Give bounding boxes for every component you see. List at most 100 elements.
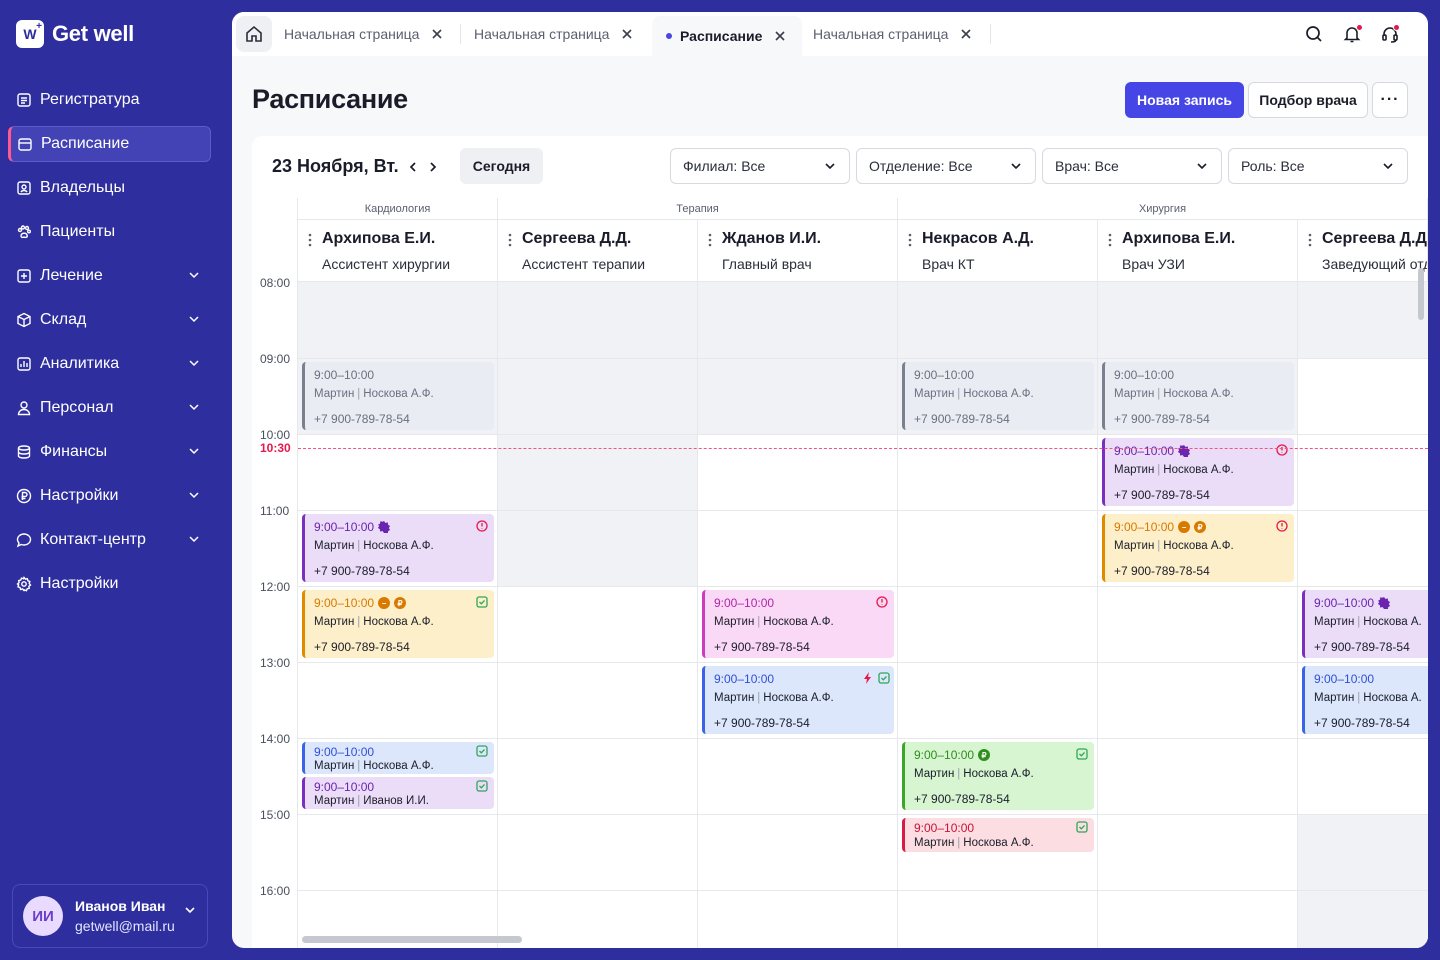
home-button[interactable] — [236, 16, 272, 52]
appointment-card[interactable]: 9:00–10:00 Мартин | Носкова А. +7 900-789-… — [1302, 590, 1428, 658]
vertical-scrollbar[interactable] — [1418, 268, 1424, 320]
doctor-role: Врач УЗИ — [1122, 256, 1185, 272]
appointment-patient: Мартин | Носкова А.Ф. — [914, 837, 1034, 849]
appointment-card[interactable]: 9:00–10:00 Мартин | Носкова А.Ф. +7 900-78… — [702, 590, 894, 658]
sidebar-item-staff[interactable]: Персонал — [8, 390, 211, 426]
doctor-header[interactable]: Некрасов А.Д. Врач КТ — [898, 220, 1098, 282]
coins-icon — [16, 444, 32, 460]
sidebar-item-analytics[interactable]: Аналитика — [8, 346, 211, 382]
kebab-icon[interactable] — [708, 233, 712, 247]
sidebar-item-owners[interactable]: Владельцы — [8, 170, 211, 206]
doctor-header[interactable]: Архипова Е.И. Врач УЗИ — [1098, 220, 1298, 282]
tab-label: Начальная страница — [813, 26, 949, 42]
sidebar-item-schedule[interactable]: Расписание — [8, 126, 211, 162]
appointment-card[interactable]: 9:00–10:00 Мартин | Носкова А.Ф. — [302, 742, 494, 774]
close-icon[interactable] — [621, 28, 633, 40]
appointment-time: 9:00–10:00 — [1314, 596, 1391, 610]
appointment-time: 9:00–10:00 — [314, 368, 375, 382]
chat-icon — [16, 532, 32, 548]
more-button[interactable]: ··· — [1372, 82, 1408, 118]
search-icon[interactable] — [1304, 24, 1324, 44]
appointment-time: 9:00–10:00– ₽ — [1114, 520, 1207, 534]
alert-icon — [476, 520, 488, 532]
paw-icon — [16, 224, 32, 240]
chevron-down-icon — [189, 360, 199, 367]
appointment-card[interactable]: 9:00–10:00 Мартин | Носкова А.Ф. +7 900-78… — [902, 362, 1094, 430]
sidebar-item-treatment[interactable]: Лечение — [8, 258, 211, 294]
tab-schedule[interactable]: Расписание — [652, 16, 802, 56]
select-value: Роль: Все — [1241, 158, 1305, 174]
close-icon[interactable] — [960, 28, 972, 40]
appointment-card[interactable]: 9:00–10:00 Мартин | Носкова А.Ф. +7 900-78… — [302, 362, 494, 430]
branch-filter[interactable]: Филиал: Все — [670, 148, 850, 184]
appointment-card[interactable]: 9:00–10:00 Мартин | Носкова А. +7 900-789-… — [1302, 666, 1428, 734]
sidebar-item-warehouse[interactable]: Склад — [8, 302, 211, 338]
ruble-icon: ₽ — [394, 597, 407, 609]
kebab-icon[interactable] — [1108, 233, 1112, 247]
schedule-column[interactable] — [498, 282, 698, 948]
role-filter[interactable]: Роль: Все — [1228, 148, 1408, 184]
new-appointment-button[interactable]: Новая запись — [1125, 82, 1244, 118]
doctor-header[interactable]: Сергеева Д.Д. Заведующий отделением — [1298, 220, 1428, 282]
check-icon — [1076, 748, 1088, 760]
sidebar-item-registry[interactable]: Регистратура — [8, 82, 211, 118]
appointment-time: 9:00–10:00 — [314, 520, 391, 534]
time-label: 15:00 — [260, 808, 291, 822]
kebab-icon[interactable] — [308, 233, 312, 247]
close-icon[interactable] — [431, 28, 443, 40]
lightning-icon — [864, 672, 871, 684]
doctor-filter[interactable]: Врач: Все — [1042, 148, 1222, 184]
current-time-label: 10:30 — [260, 441, 291, 455]
chevron-down-icon — [1197, 163, 1207, 170]
sidebar-item-finance[interactable]: Финансы — [8, 434, 211, 470]
badge-icon — [378, 521, 391, 533]
user-menu[interactable]: ИИ Иванов Иван getwell@mail.ru — [12, 884, 208, 948]
sidebar-item-settings[interactable]: Настройки — [8, 566, 211, 602]
appointment-card[interactable]: 9:00–10:00 Мартин | Носкова А.Ф. +7 900-78… — [302, 514, 494, 582]
sidebar-item-patients[interactable]: Пациенты — [8, 214, 211, 250]
sidebar-item-contact-center[interactable]: Контакт-центр — [8, 522, 211, 558]
doctor-header[interactable]: Жданов И.И. Главный врач — [698, 220, 898, 282]
appointment-card[interactable]: 9:00–10:00 ₽ Мартин | Носкова А.Ф. +7 900-7… — [902, 742, 1094, 810]
doctor-name: Архипова Е.И. — [1122, 230, 1236, 247]
pick-doctor-button[interactable]: Подбор врача — [1248, 82, 1368, 118]
app-name: Get well — [52, 21, 134, 46]
kebab-icon[interactable] — [1308, 233, 1312, 247]
appointment-patient: Мартин | Носкова А.Ф. — [914, 388, 1034, 400]
appointment-patient: Мартин | Носкова А.Ф. — [314, 540, 434, 552]
appointment-card[interactable]: 9:00–10:00 Мартин | Иванов И.И. — [302, 777, 494, 809]
appointment-card[interactable]: 9:00–10:00 Мартин | Носкова А.Ф. +7 900-78… — [702, 666, 894, 734]
logo[interactable]: W + Get well — [16, 20, 134, 48]
appointment-patient: Мартин | Иванов И.И. — [314, 795, 429, 807]
today-button[interactable]: Сегодня — [460, 148, 543, 184]
appointment-card[interactable]: 9:00–10:00– ₽ Мартин | Носкова А.Ф. +7 900-… — [302, 590, 494, 658]
alert-icon — [1276, 520, 1288, 532]
appointment-phone: +7 900-789-78-54 — [914, 792, 1010, 806]
kebab-icon[interactable] — [908, 233, 912, 247]
horizontal-scrollbar[interactable] — [302, 936, 522, 943]
doctor-header[interactable]: Архипова Е.И. Ассистент хирургии — [298, 220, 498, 282]
appointment-card[interactable]: 9:00–10:00 Мартин | Носкова А.Ф. — [902, 818, 1094, 852]
tab-label: Расписание — [680, 28, 763, 44]
appointment-card[interactable]: 9:00–10:00– ₽ Мартин | Носкова А.Ф. +7 900-… — [1102, 514, 1294, 582]
chevron-down-icon — [1011, 163, 1021, 170]
time-label: 16:00 — [260, 884, 291, 898]
sidebar-item-settings-payments[interactable]: Настройки — [8, 478, 211, 514]
appointment-card[interactable]: 9:00–10:00 Мартин | Носкова А.Ф. +7 900-78… — [1102, 362, 1294, 430]
kebab-icon[interactable] — [508, 233, 512, 247]
time-label: 10:00 — [260, 428, 291, 442]
department-filter[interactable]: Отделение: Все — [856, 148, 1036, 184]
plus-square-icon — [16, 268, 32, 284]
chevron-down-icon[interactable] — [183, 903, 197, 917]
chevron-right-icon[interactable] — [426, 160, 440, 174]
tab-home-2[interactable]: Начальная страница — [474, 16, 633, 52]
chevron-left-icon[interactable] — [406, 160, 420, 174]
notification-badge — [1356, 24, 1363, 31]
tab-home-3[interactable]: Начальная страница — [813, 16, 972, 52]
ruble-icon — [16, 488, 32, 504]
ruble-icon: ₽ — [1194, 521, 1207, 533]
tab-home-1[interactable]: Начальная страница — [284, 16, 443, 52]
close-icon[interactable] — [774, 30, 786, 42]
sidebar-nav: Регистратура Расписание Владельцы Пациен… — [8, 82, 211, 610]
doctor-header[interactable]: Сергеева Д.Д. Ассистент терапии — [498, 220, 698, 282]
